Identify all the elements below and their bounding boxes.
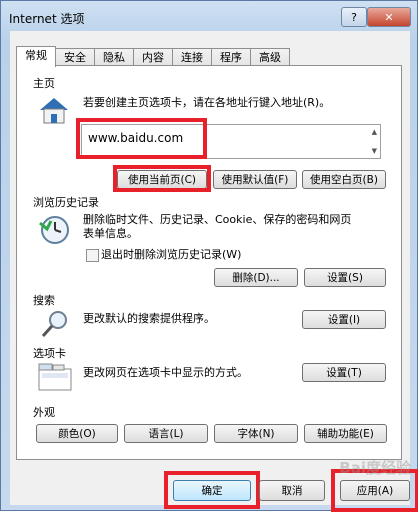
tabs-icon xyxy=(38,363,72,391)
history-settings-button[interactable]: 设置(S) xyxy=(304,268,386,287)
delete-on-exit-checkbox[interactable] xyxy=(86,249,99,262)
internet-options-window: Internet 选项 ? ✕ 常规 安全 隐私 内容 连接 程序 高级 主页 … xyxy=(0,0,418,512)
appearance-section-title: 外观 xyxy=(33,406,55,419)
highlight-ok-box xyxy=(164,471,260,509)
use-blank-button[interactable]: 使用空白页(B) xyxy=(302,170,386,189)
highlight-current-box xyxy=(113,165,211,192)
history-text-line2: 表单信息。 xyxy=(83,227,138,240)
history-clock-icon xyxy=(39,216,69,244)
close-button[interactable]: ✕ xyxy=(367,7,411,27)
help-button[interactable]: ? xyxy=(341,7,367,27)
tabs-text: 更改网页在选项卡中显示的方式。 xyxy=(83,366,248,379)
use-default-button[interactable]: 使用默认值(F) xyxy=(213,170,297,189)
search-settings-button[interactable]: 设置(I) xyxy=(302,310,386,329)
tab-general[interactable]: 常规 xyxy=(16,46,56,67)
homepage-section-title: 主页 xyxy=(33,77,55,90)
cancel-button[interactable]: 取消 xyxy=(259,480,325,501)
close-icon: ✕ xyxy=(384,10,394,24)
delete-on-exit-label: 退出时删除浏览历史记录(W) xyxy=(101,248,242,261)
colors-button[interactable]: 颜色(O) xyxy=(36,424,118,443)
scroll-up-icon[interactable]: ▲ xyxy=(372,128,377,136)
delete-history-button[interactable]: 删除(D)... xyxy=(214,268,298,287)
magnifier-icon xyxy=(41,311,67,338)
watermark: Bai度经验 xyxy=(339,459,411,477)
accessibility-button[interactable]: 辅助功能(E) xyxy=(304,424,387,443)
history-section-title: 浏览历史记录 xyxy=(33,196,99,209)
search-section-title: 搜索 xyxy=(33,294,55,307)
highlight-url-box xyxy=(76,118,207,159)
tabs-section-title: 选项卡 xyxy=(33,347,66,360)
scroll-down-icon[interactable]: ▼ xyxy=(372,147,377,155)
tab-strip: 常规 安全 隐私 内容 连接 程序 高级 xyxy=(16,46,290,67)
tabs-settings-button[interactable]: 设置(T) xyxy=(302,363,386,382)
help-icon: ? xyxy=(351,10,357,24)
history-text-line1: 删除临时文件、历史记录、Cookie、保存的密码和网页 xyxy=(83,213,352,226)
homepage-hint: 若要创建主页选项卡，请在各地址行键入地址(R)。 xyxy=(83,96,331,109)
languages-button[interactable]: 语言(L) xyxy=(124,424,208,443)
search-text: 更改默认的搜索提供程序。 xyxy=(83,312,215,325)
fonts-button[interactable]: 字体(N) xyxy=(214,424,298,443)
window-title: Internet 选项 xyxy=(9,12,85,26)
house-icon xyxy=(40,98,68,124)
